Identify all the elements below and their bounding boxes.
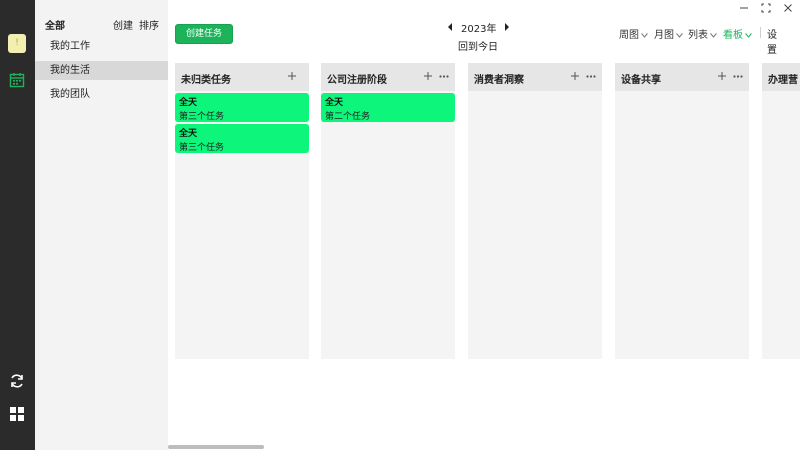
sidebar-item-work[interactable]: 我的工作: [35, 37, 168, 56]
toolbar-divider: [760, 27, 761, 38]
add-card-icon[interactable]: [423, 71, 433, 81]
prev-year-icon[interactable]: [446, 22, 454, 32]
more-icon[interactable]: [586, 75, 596, 78]
back-to-today-button[interactable]: 回到今日: [458, 38, 498, 53]
view-kanban-label: 看板: [723, 30, 743, 41]
view-month[interactable]: 月图: [654, 26, 683, 41]
kanban-column: 消费者洞察: [468, 63, 602, 359]
year-navigator: 2023年: [446, 20, 512, 35]
app-window: ! 全部 创建 排序 我的工作 我的生活 我的团队 创建任务 2023年 回到今…: [0, 0, 800, 450]
column-header: 设备共享: [615, 63, 749, 91]
more-icon[interactable]: [439, 75, 449, 78]
card-title: 第二个任务: [325, 112, 371, 122]
view-month-label: 月图: [654, 30, 674, 41]
card-tag: 全天: [179, 129, 198, 139]
column-header: 未归类任务: [175, 63, 309, 91]
minimize-icon[interactable]: [738, 2, 750, 14]
avatar[interactable]: !: [8, 34, 26, 53]
add-card-icon[interactable]: [717, 71, 727, 81]
more-icon[interactable]: [733, 75, 743, 78]
sort-button[interactable]: 排序: [139, 17, 159, 32]
kanban-column: 未归类任务 全天 第三个任务 全天 第三个任务: [175, 63, 309, 359]
sidebar-item-team[interactable]: 我的团队: [35, 85, 168, 104]
maximize-icon[interactable]: [760, 2, 772, 14]
task-card[interactable]: 全天 第三个任务: [175, 124, 309, 153]
left-rail: !: [0, 0, 35, 450]
task-card[interactable]: 全天 第三个任务: [175, 93, 309, 122]
column-title: 消费者洞察: [474, 75, 524, 86]
column-title: 未归类任务: [181, 75, 231, 86]
view-list-label: 列表: [688, 30, 708, 41]
chevron-down-icon: [676, 32, 683, 38]
create-category-button[interactable]: 创建: [113, 17, 133, 32]
add-card-icon[interactable]: [570, 71, 580, 81]
card-tag: 全天: [325, 98, 344, 108]
card-title: 第三个任务: [179, 112, 225, 122]
sync-icon[interactable]: [9, 373, 25, 389]
apps-grid-icon[interactable]: [10, 407, 24, 421]
kanban-board: 未归类任务 全天 第三个任务 全天 第三个任务 公司注册阶段 全天 第二个任务: [168, 63, 800, 363]
kanban-column: 设备共享: [615, 63, 749, 359]
chevron-down-icon: [745, 32, 752, 38]
kanban-column: 办理营: [762, 63, 800, 359]
chevron-down-icon: [710, 32, 717, 38]
settings-button[interactable]: 设置: [767, 26, 777, 56]
view-week[interactable]: 周图: [619, 26, 648, 41]
column-title: 办理营: [768, 75, 798, 86]
sidebar-item-life[interactable]: 我的生活: [35, 61, 168, 80]
sidebar-header: 全部 创建 排序: [35, 17, 168, 33]
view-list[interactable]: 列表: [688, 26, 717, 41]
current-year: 2023年: [461, 24, 497, 35]
next-year-icon[interactable]: [503, 22, 511, 32]
view-kanban[interactable]: 看板: [723, 26, 752, 41]
create-task-button[interactable]: 创建任务: [175, 24, 233, 44]
view-week-label: 周图: [619, 30, 639, 41]
column-header: 公司注册阶段: [321, 63, 455, 91]
column-header: 办理营: [762, 63, 800, 91]
column-title: 设备共享: [621, 75, 661, 86]
column-header: 消费者洞察: [468, 63, 602, 91]
column-title: 公司注册阶段: [327, 75, 387, 86]
kanban-column: 公司注册阶段 全天 第二个任务: [321, 63, 455, 359]
chevron-down-icon: [641, 32, 648, 38]
card-title: 第三个任务: [179, 143, 225, 153]
all-label[interactable]: 全部: [45, 17, 65, 32]
category-sidebar: 全部 创建 排序 我的工作 我的生活 我的团队: [35, 0, 168, 450]
horizontal-scrollbar[interactable]: [168, 445, 264, 449]
add-card-icon[interactable]: [287, 71, 297, 81]
task-card[interactable]: 全天 第二个任务: [321, 93, 455, 122]
card-tag: 全天: [179, 98, 198, 108]
calendar-icon[interactable]: [9, 72, 25, 88]
close-icon[interactable]: [782, 2, 794, 14]
